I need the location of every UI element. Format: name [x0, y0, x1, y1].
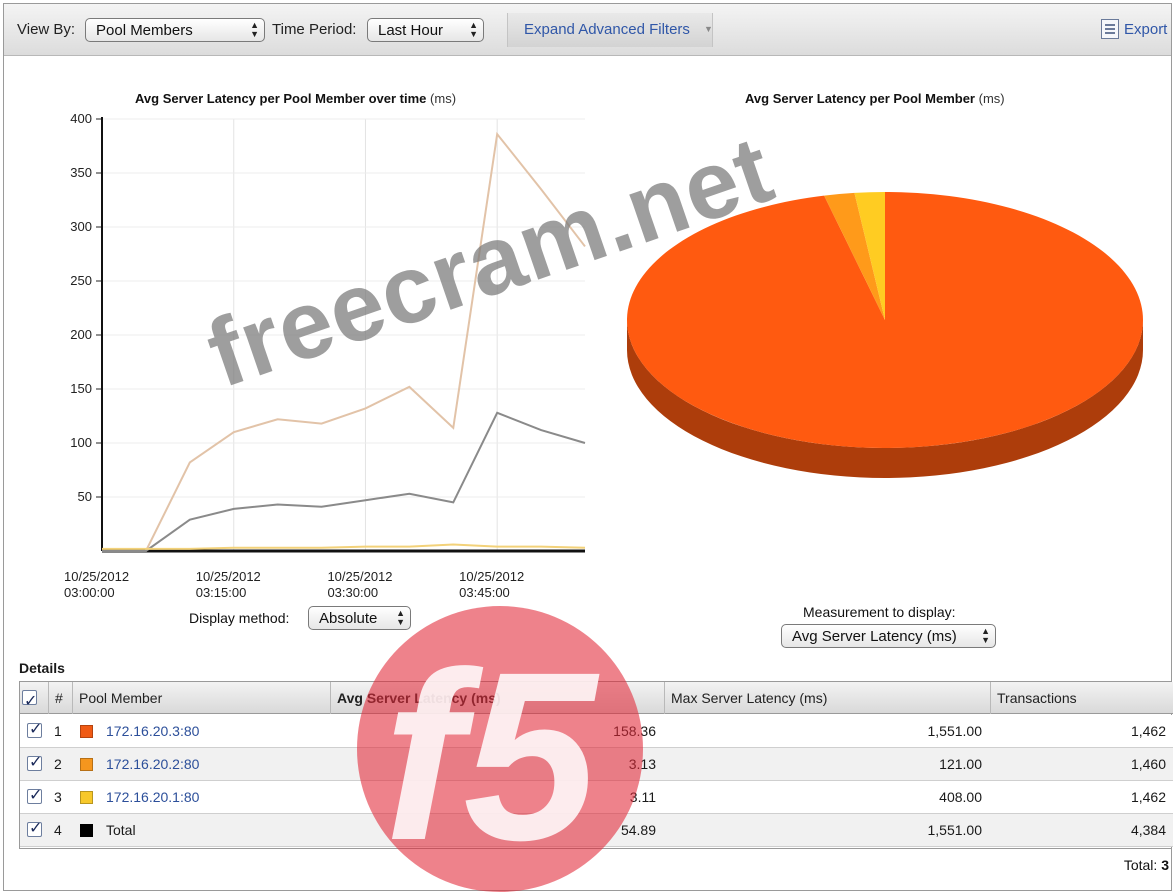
x-tick-label-date: 10/25/2012 — [64, 569, 129, 584]
export-document-icon[interactable] — [1101, 19, 1119, 39]
table-header: ✓ # Pool Member Avg Server Latency (ms) … — [20, 682, 1173, 714]
transactions-value: 1,460 — [1130, 756, 1166, 772]
pie-chart-title-text: Avg Server Latency per Pool Member — [745, 91, 975, 106]
x-tick-label-date: 10/25/2012 — [459, 569, 524, 584]
pool-member-link[interactable]: 172.16.20.3:80 — [106, 715, 330, 747]
updown-arrows-icon: ▲ ▼ — [981, 626, 990, 645]
table-row: ✓ 1 172.16.20.3:80 158.36 1,551.00 1,462 — [20, 715, 1173, 748]
row-index: 2 — [54, 756, 62, 772]
col-max-latency[interactable]: Max Server Latency (ms) — [664, 682, 990, 714]
y-tick-label: 100 — [70, 435, 92, 450]
y-tick-label: 350 — [70, 165, 92, 180]
avg-latency-value: 158.36 — [613, 723, 656, 739]
measurement-label: Measurement to display: — [803, 604, 956, 620]
col-index[interactable]: # — [48, 682, 72, 714]
checkmark-icon: ✓ — [29, 820, 43, 837]
total-count-label: Total: — [1123, 857, 1158, 873]
y-tick-label: 400 — [70, 111, 92, 126]
series-color-swatch — [80, 725, 93, 738]
avg-latency-value: 54.89 — [620, 822, 656, 838]
pie-chart — [627, 192, 1143, 478]
display-method-value: Absolute — [319, 610, 378, 627]
x-tick-label-time: 03:30:00 — [327, 585, 378, 600]
pie-chart-unit: (ms) — [978, 91, 1005, 106]
y-tick-label: 200 — [70, 327, 92, 342]
select-all-cell: ✓ — [20, 682, 48, 714]
max-latency-value: 121.00 — [939, 756, 982, 772]
select-all-checkbox[interactable]: ✓ — [22, 690, 37, 710]
max-latency-value: 408.00 — [939, 789, 982, 805]
pool-member-link[interactable]: 172.16.20.2:80 — [106, 748, 330, 780]
col-pool-member[interactable]: Pool Member — [72, 682, 330, 714]
row-checkbox[interactable]: ✓ — [27, 754, 42, 771]
row-index: 1 — [54, 723, 62, 739]
row-index: 4 — [54, 822, 62, 838]
y-tick-label: 250 — [70, 273, 92, 288]
y-tick-label: 300 — [70, 219, 92, 234]
total-count-value: 3 — [1161, 857, 1169, 873]
checkmark-icon: ✓ — [24, 693, 38, 710]
x-tick-label-time: 03:15:00 — [196, 585, 247, 600]
max-latency-value: 1,551.00 — [927, 822, 983, 838]
series-line-3 — [102, 543, 586, 550]
table-row: ✓ 3 172.16.20.1:80 3.11 408.00 1,462 — [20, 781, 1173, 814]
pool-member-label: Total — [106, 822, 136, 838]
row-checkbox[interactable]: ✓ — [27, 820, 42, 837]
display-method-label: Display method: — [189, 610, 290, 626]
measurement-select[interactable]: Avg Server Latency (ms) ▲ ▼ — [781, 624, 996, 648]
series-color-swatch — [80, 758, 93, 771]
avg-latency-value: 3.11 — [629, 789, 656, 805]
series-color-swatch — [80, 824, 93, 837]
updown-arrows-icon: ▲ ▼ — [396, 608, 405, 627]
avg-latency-value: 3.13 — [628, 756, 656, 772]
row-checkbox[interactable]: ✓ — [27, 787, 42, 804]
x-tick-label-time: 03:45:00 — [459, 585, 510, 600]
row-checkbox[interactable]: ✓ — [27, 721, 42, 738]
pool-member-link[interactable]: 172.16.20.1:80 — [106, 781, 330, 813]
table-row: ✓ 2 172.16.20.2:80 3.13 121.00 1,460 — [20, 748, 1173, 781]
x-tick-label-date: 10/25/2012 — [327, 569, 392, 584]
total-count: Total: 3 — [1124, 857, 1169, 873]
pie-chart-title: Avg Server Latency per Pool Member (ms) — [745, 91, 1005, 106]
chevron-down-icon[interactable]: ▼ — [704, 24, 713, 34]
x-tick-label-time: 03:00:00 — [64, 585, 115, 600]
y-tick-label: 150 — [70, 381, 92, 396]
details-heading: Details — [19, 660, 65, 676]
checkmark-icon: ✓ — [29, 721, 43, 738]
details-table: ✓ # Pool Member Avg Server Latency (ms) … — [19, 681, 1173, 849]
row-index: 3 — [54, 789, 62, 805]
export-link[interactable]: Export — [1124, 21, 1167, 38]
table-row: ✓ 4 Total 54.89 1,551.00 4,384 — [20, 814, 1173, 847]
checkmark-icon: ✓ — [29, 787, 43, 804]
col-avg-latency[interactable]: Avg Server Latency (ms) — [330, 682, 664, 714]
transactions-value: 4,384 — [1130, 822, 1166, 838]
max-latency-value: 1,551.00 — [927, 723, 983, 739]
line-chart: 5010015020025030035040010/25/201203:00:0… — [64, 111, 586, 600]
series-line-1 — [102, 131, 586, 552]
checkmark-icon: ✓ — [29, 754, 43, 771]
display-method-select[interactable]: Absolute ▲ ▼ — [308, 606, 411, 630]
series-line-2 — [102, 411, 586, 552]
measurement-value: Avg Server Latency (ms) — [792, 628, 957, 645]
transactions-value: 1,462 — [1130, 789, 1166, 805]
col-transactions[interactable]: Transactions — [990, 682, 1173, 714]
x-tick-label-date: 10/25/2012 — [196, 569, 261, 584]
series-color-swatch — [80, 791, 93, 804]
y-tick-label: 50 — [78, 489, 92, 504]
transactions-value: 1,462 — [1130, 723, 1166, 739]
